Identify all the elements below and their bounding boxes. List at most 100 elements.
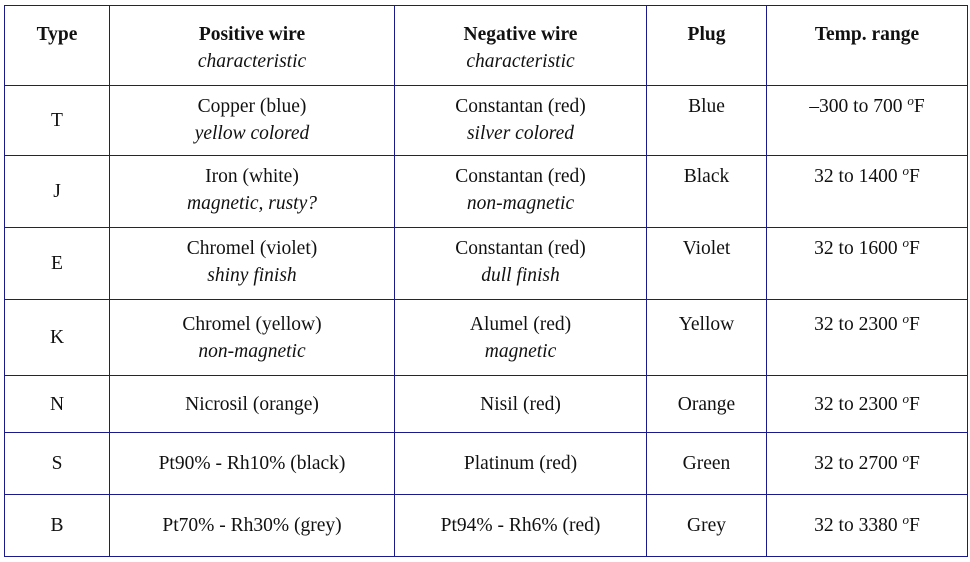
plug-cell: Black: [646, 155, 767, 228]
temp-range-text: 32 to 2300: [814, 393, 898, 415]
plug-cell: Yellow: [646, 299, 767, 376]
type-label: B: [50, 515, 64, 536]
table-row: B Pt70% - Rh30% (grey) Pt94% - Rh6% (red…: [4, 494, 968, 557]
header-positive-title: Positive wire: [198, 24, 306, 45]
positive-wire-cell: Chromel (violet) shiny finish: [109, 227, 395, 300]
type-cell: T: [4, 85, 110, 156]
negative-wire-cell: Pt94% - Rh6% (red): [394, 494, 647, 557]
temp-unit: F: [913, 96, 925, 117]
temp-range-cell: –300 to 700 oF: [766, 85, 968, 156]
temp-range-value: –300 to 700 oF: [767, 93, 967, 120]
type-cell: S: [4, 432, 110, 495]
temp-range-value: 32 to 2700 oF: [767, 450, 967, 477]
temp-range-cell: 32 to 2700 oF: [766, 432, 968, 495]
temp-unit: F: [908, 238, 920, 259]
plug-color-label: Blue: [688, 96, 725, 117]
temp-range-text: 32 to 1400: [814, 166, 898, 187]
positive-wire-cell: Copper (blue) yellow colored: [109, 85, 395, 156]
temp-range-text: –300 to 700: [809, 96, 903, 117]
positive-wire-note: non-magnetic: [198, 341, 306, 362]
temp-range-value: 32 to 2300 oF: [767, 311, 967, 338]
table-row: N Nicrosil (orange) Nisil (red) Orange 3…: [4, 375, 968, 433]
temp-range-cell: 32 to 1400 oF: [766, 155, 968, 228]
temp-range-text: 32 to 2700: [814, 453, 898, 474]
header-negative-title: Negative wire: [463, 24, 578, 45]
positive-wire-label: Chromel (violet): [186, 238, 318, 259]
negative-wire-cell: Alumel (red) magnetic: [394, 299, 647, 376]
type-cell: K: [4, 299, 110, 376]
negative-wire-cell: Constantan (red) non-magnetic: [394, 155, 647, 228]
positive-wire-note: shiny finish: [207, 265, 297, 286]
type-cell: N: [4, 375, 110, 433]
temp-range-value: 32 to 1400 oF: [767, 163, 967, 190]
positive-wire-label: Pt90% - Rh10% (black): [158, 453, 346, 474]
header-plug: Plug: [646, 5, 767, 86]
type-label: N: [49, 393, 65, 415]
header-row: Type Positive wire characteristic Negati…: [4, 5, 968, 86]
type-label: T: [51, 110, 63, 131]
temp-range-cell: 32 to 1600 oF: [766, 227, 968, 300]
plug-cell: Orange: [646, 375, 767, 433]
positive-wire-label: Nicrosil (orange): [185, 393, 319, 415]
negative-wire-label: Nisil (red): [480, 393, 561, 415]
plug-cell: Green: [646, 432, 767, 495]
positive-wire-label: Chromel (yellow): [182, 314, 322, 335]
table-row: J Iron (white) magnetic, rusty? Constant…: [4, 155, 968, 228]
positive-wire-cell: Iron (white) magnetic, rusty?: [109, 155, 395, 228]
type-cell: J: [4, 155, 110, 228]
header-positive-sub: characteristic: [197, 51, 307, 72]
negative-wire-note: magnetic: [484, 341, 557, 362]
negative-wire-cell: Constantan (red) dull finish: [394, 227, 647, 300]
plug-color-label: Orange: [677, 393, 736, 415]
type-label: E: [51, 253, 63, 274]
negative-wire-label: Constantan (red): [455, 238, 586, 259]
negative-wire-cell: Nisil (red): [394, 375, 647, 433]
negative-wire-label: Platinum (red): [463, 453, 578, 474]
type-cell: B: [4, 494, 110, 557]
type-cell: E: [4, 227, 110, 300]
temp-unit: F: [908, 166, 920, 187]
plug-color-label: Grey: [687, 515, 726, 536]
plug-cell: Grey: [646, 494, 767, 557]
positive-wire-cell: Pt70% - Rh30% (grey): [109, 494, 395, 557]
negative-wire-label: Alumel (red): [469, 314, 572, 335]
negative-wire-cell: Platinum (red): [394, 432, 647, 495]
table-row: E Chromel (violet) shiny finish Constant…: [4, 227, 968, 300]
temp-unit: F: [908, 515, 920, 536]
plug-color-label: Black: [683, 166, 730, 187]
negative-wire-label: Constantan (red): [455, 166, 586, 187]
plug-cell: Violet: [646, 227, 767, 300]
positive-wire-cell: Nicrosil (orange): [109, 375, 395, 433]
positive-wire-label: Iron (white): [205, 166, 299, 187]
negative-wire-note: silver colored: [466, 123, 575, 144]
temp-unit: F: [908, 314, 920, 335]
negative-wire-note: non-magnetic: [466, 193, 575, 214]
plug-color-label: Yellow: [678, 314, 735, 335]
temp-range-text: 32 to 3380: [814, 515, 898, 536]
temp-range-value: 32 to 3380 oF: [767, 512, 967, 539]
plug-color-label: Green: [682, 453, 731, 474]
temp-range-cell: 32 to 2300 oF: [766, 375, 968, 433]
positive-wire-label: Pt70% - Rh30% (grey): [162, 515, 342, 536]
type-label: J: [53, 181, 61, 202]
table-row: S Pt90% - Rh10% (black) Platinum (red) G…: [4, 432, 968, 495]
temp-range-cell: 32 to 2300 oF: [766, 299, 968, 376]
positive-wire-note: yellow colored: [194, 123, 310, 144]
negative-wire-cell: Constantan (red) silver colored: [394, 85, 647, 156]
temp-unit: F: [908, 453, 920, 474]
temp-range-value: 32 to 1600 oF: [767, 235, 967, 262]
header-temp-range: Temp. range: [766, 5, 968, 86]
temp-range-value: 32 to 2300 oF: [767, 391, 967, 418]
type-label: S: [51, 453, 63, 474]
header-type: Type: [4, 5, 110, 86]
negative-wire-label: Pt94% - Rh6% (red): [440, 515, 601, 536]
temp-range-text: 32 to 2300: [814, 314, 898, 335]
temp-unit: F: [908, 393, 920, 415]
thermocouple-table: Type Positive wire characteristic Negati…: [4, 5, 968, 557]
positive-wire-note: magnetic, rusty?: [187, 193, 317, 214]
plug-color-label: Violet: [682, 238, 731, 259]
table-row: T Copper (blue) yellow colored Constanta…: [4, 85, 968, 156]
positive-wire-label: Copper (blue): [197, 96, 307, 117]
table-row: K Chromel (yellow) non-magnetic Alumel (…: [4, 299, 968, 376]
header-positive-wire: Positive wire characteristic: [109, 5, 395, 86]
